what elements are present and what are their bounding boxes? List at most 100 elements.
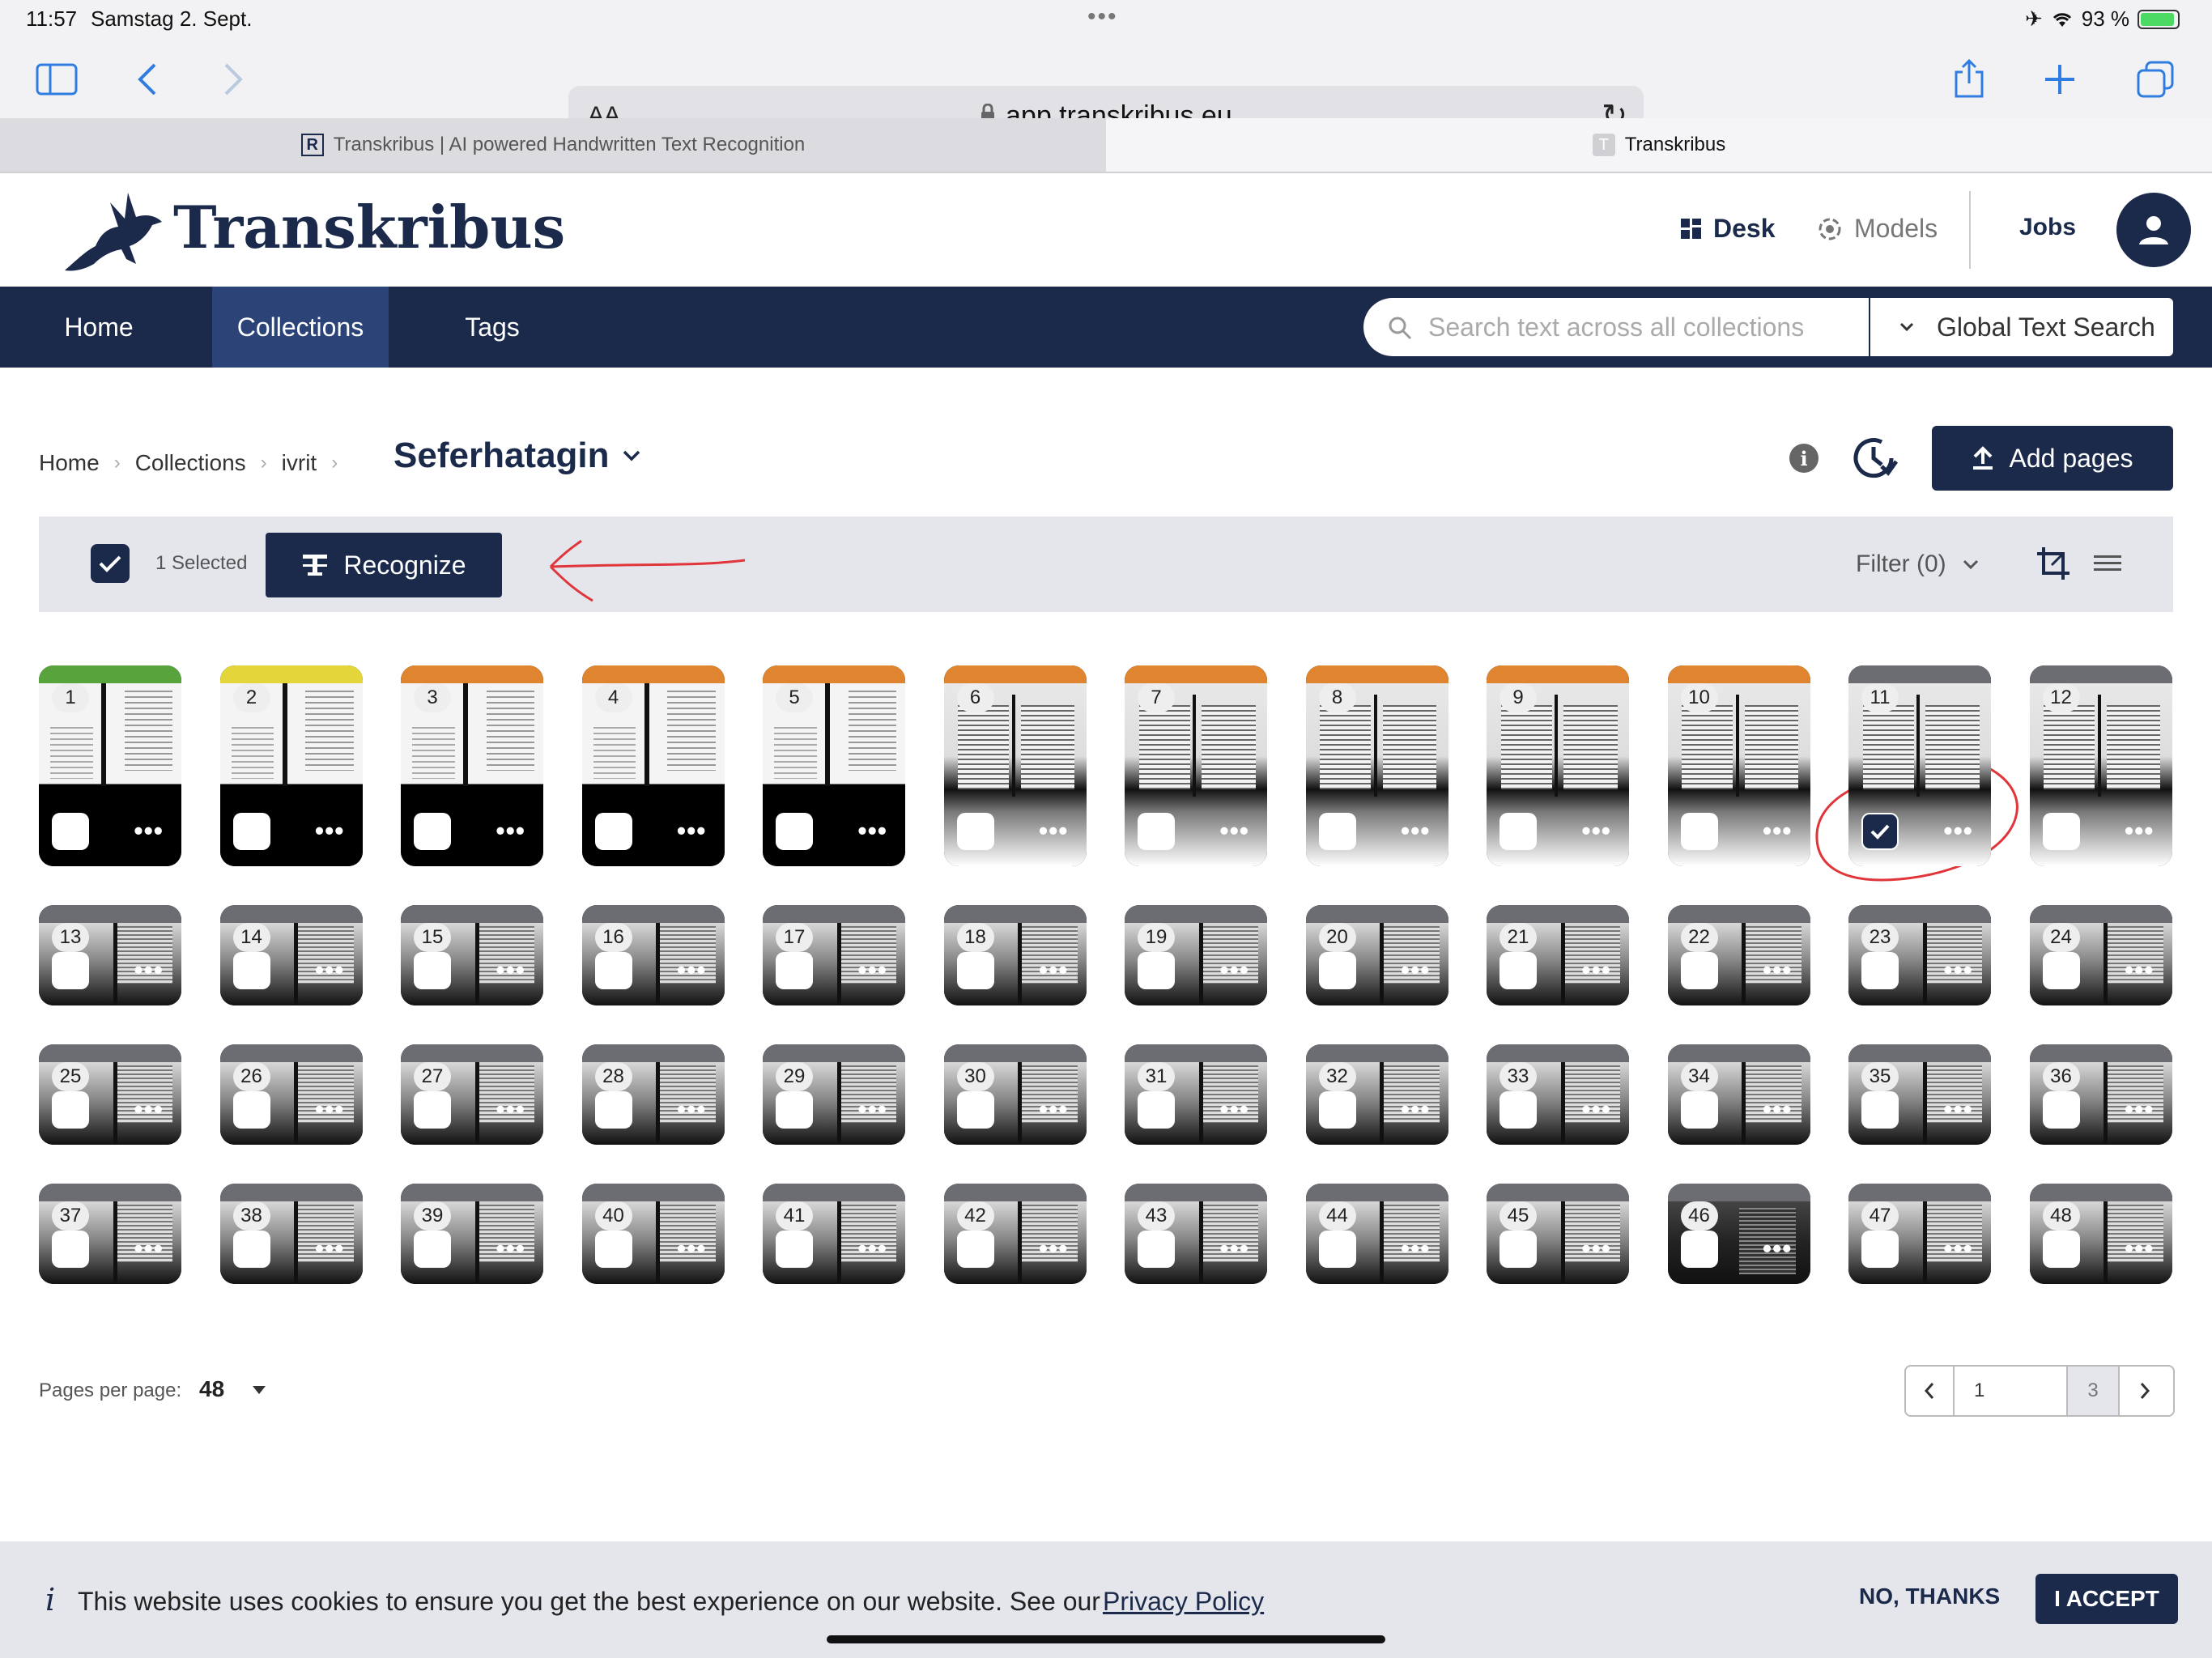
page-thumbnail[interactable]: 42 ••• [943,1184,1087,1284]
page-more-icon[interactable]: ••• [315,1234,345,1264]
nav-collections[interactable]: Collections [212,287,389,368]
page-checkbox[interactable] [776,813,813,850]
page-more-icon[interactable]: ••• [315,955,345,985]
page-checkbox[interactable] [594,813,632,850]
page-thumbnail[interactable]: 41 ••• [763,1184,905,1284]
page-checkbox[interactable] [956,952,994,989]
page-more-icon[interactable]: ••• [1943,1095,1973,1124]
nav-tags[interactable]: Tags [434,287,551,368]
page-checkbox[interactable] [956,813,994,850]
breadcrumb-home[interactable]: Home [39,450,100,476]
page-more-icon[interactable]: ••• [1763,955,1793,985]
page-more-icon[interactable]: ••• [1401,955,1431,985]
new-tab-icon[interactable] [2034,53,2086,105]
page-checkbox[interactable] [2042,1091,2080,1129]
page-checkbox[interactable] [1318,1091,1356,1129]
page-checkbox[interactable] [1499,813,1537,850]
page-more-icon[interactable]: ••• [1219,955,1249,985]
page-thumbnail[interactable]: 44 ••• [1305,1184,1448,1284]
page-thumbnail[interactable]: 29 ••• [763,1044,905,1145]
page-thumbnail[interactable]: 2 ••• [219,665,363,866]
page-checkbox[interactable] [1680,813,1718,850]
page-more-icon[interactable]: ••• [134,955,164,985]
per-page-select[interactable]: 48 [199,1376,224,1402]
page-more-icon[interactable]: ••• [1581,816,1611,846]
page-thumbnail[interactable]: 16 ••• [581,905,725,1005]
multitask-dots-icon[interactable]: ••• [1087,3,1118,31]
page-checkbox[interactable] [956,1091,994,1129]
home-indicator[interactable] [827,1635,1385,1643]
page-checkbox[interactable] [776,1091,813,1129]
page-checkbox[interactable] [52,813,89,850]
page-checkbox[interactable] [1861,1091,1899,1129]
filter-dropdown[interactable]: Filter (0) [1856,551,1979,578]
page-checkbox[interactable] [52,1091,89,1129]
breadcrumb-collection[interactable]: ivrit [282,450,317,476]
page-more-icon[interactable]: ••• [677,816,707,846]
tab-overview-icon[interactable] [2129,53,2181,105]
document-title-dropdown[interactable]: Seferhatagin [393,436,640,476]
share-icon[interactable] [1943,53,1995,105]
caret-down-icon[interactable] [253,1386,266,1394]
page-thumbnail[interactable]: 24 ••• [2029,905,2172,1005]
page-checkbox[interactable] [52,1231,89,1268]
page-thumbnail[interactable]: 7 ••• [1125,665,1267,866]
page-more-icon[interactable]: ••• [496,955,525,985]
crop-icon[interactable] [2035,546,2071,581]
page-checkbox[interactable] [1318,1231,1356,1268]
page-checkbox[interactable] [232,1091,270,1129]
info-icon[interactable]: i [1789,444,1819,473]
page-thumbnail[interactable]: 38 ••• [219,1184,363,1284]
page-thumbnail[interactable]: 11 ••• [1848,665,1991,866]
page-more-icon[interactable]: ••• [677,1234,707,1264]
page-more-icon[interactable]: ••• [2125,955,2155,985]
page-checkbox[interactable] [2042,1231,2080,1268]
page-input[interactable]: 1 [1955,1367,2068,1415]
page-thumbnail[interactable]: 34 ••• [1667,1044,1810,1145]
page-checkbox[interactable] [1138,952,1175,989]
page-checkbox[interactable] [1680,952,1718,989]
page-thumbnail[interactable]: 40 ••• [581,1184,725,1284]
page-checkbox[interactable] [1318,813,1356,850]
sidebar-toggle-icon[interactable] [31,53,83,105]
page-thumbnail[interactable]: 30 ••• [943,1044,1087,1145]
page-checkbox[interactable] [1138,1091,1175,1129]
page-checkbox[interactable] [2042,813,2080,850]
page-more-icon[interactable]: ••• [315,816,345,846]
select-all-checkbox[interactable] [91,544,130,583]
page-checkbox[interactable] [1680,1231,1718,1268]
page-more-icon[interactable]: ••• [1943,955,1973,985]
page-more-icon[interactable]: ••• [1039,955,1069,985]
page-more-icon[interactable]: ••• [1219,1234,1249,1264]
page-thumbnail[interactable]: 4 ••• [581,665,725,866]
page-thumbnail[interactable]: 37 ••• [39,1184,181,1284]
page-more-icon[interactable]: ••• [496,1095,525,1124]
nav-home[interactable]: Home [36,287,162,368]
page-more-icon[interactable]: ••• [134,1095,164,1124]
page-checkbox[interactable] [1138,1231,1175,1268]
page-thumbnail[interactable]: 36 ••• [2029,1044,2172,1145]
page-more-icon[interactable]: ••• [134,816,164,846]
page-more-icon[interactable]: ••• [496,1234,525,1264]
page-checkbox[interactable] [414,1231,451,1268]
page-checkbox[interactable] [1499,1231,1537,1268]
privacy-policy-link[interactable]: Privacy Policy [1103,1587,1264,1617]
page-thumbnail[interactable]: 35 ••• [1848,1044,1991,1145]
page-more-icon[interactable]: ••• [857,816,887,846]
browser-tab-1[interactable]: R Transkribus | AI powered Handwritten T… [0,118,1106,172]
page-thumbnail[interactable]: 1 ••• [39,665,181,866]
page-thumbnail[interactable]: 25 ••• [39,1044,181,1145]
page-checkbox[interactable] [776,952,813,989]
page-checkbox[interactable] [232,813,270,850]
page-more-icon[interactable]: ••• [2125,1095,2155,1124]
page-thumbnail[interactable]: 6 ••• [943,665,1087,866]
page-checkbox[interactable] [2042,952,2080,989]
page-more-icon[interactable]: ••• [1219,816,1249,846]
page-thumbnail[interactable]: 45 ••• [1487,1184,1629,1284]
page-checkbox[interactable] [594,1091,632,1129]
page-checkbox[interactable] [594,952,632,989]
breadcrumb-collections[interactable]: Collections [135,450,246,476]
page-more-icon[interactable]: ••• [134,1234,164,1264]
page-thumbnail[interactable]: 17 ••• [763,905,905,1005]
page-more-icon[interactable]: ••• [857,955,887,985]
